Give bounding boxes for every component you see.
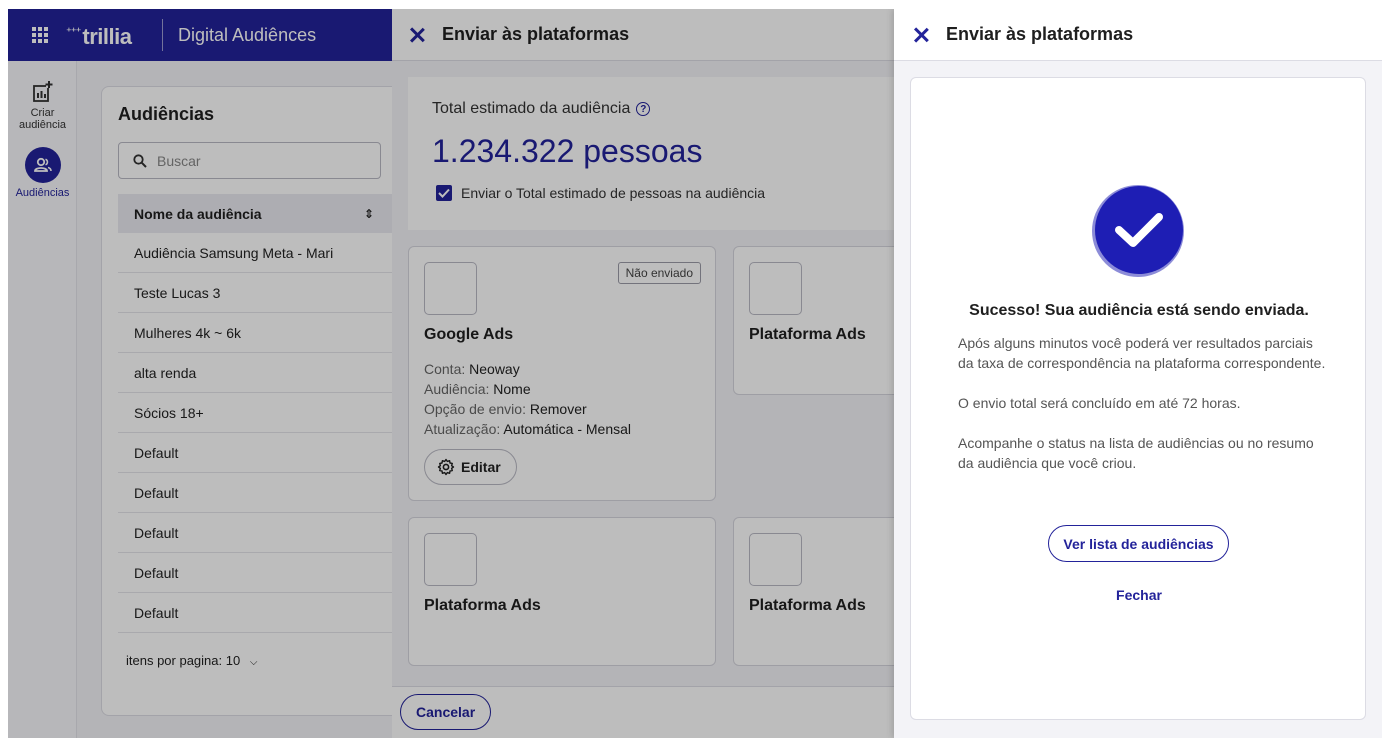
check-circle-icon <box>1091 184 1187 280</box>
success-heading: Sucesso! Sua audiência está sendo enviad… <box>969 302 1309 319</box>
success-drawer-header: Enviar às plataformas <box>894 9 1382 61</box>
success-drawer: Enviar às plataformas Sucesso! Sua audiê… <box>894 9 1382 738</box>
send-platforms-drawer: Enviar às plataformas Total estimado da … <box>392 9 894 738</box>
close-icon[interactable] <box>914 28 928 42</box>
app-window: ⁺⁺⁺ trillia Digital Audiênces Criar audi… <box>8 9 1382 738</box>
view-audience-list-button[interactable]: Ver lista de audiências <box>1048 525 1229 562</box>
success-message: Após alguns minutos você poderá ver resu… <box>958 333 1328 493</box>
overlay-backdrop <box>8 9 392 738</box>
success-card: Sucesso! Sua audiência está sendo enviad… <box>910 77 1366 720</box>
success-paragraph: Após alguns minutos você poderá ver resu… <box>958 335 1326 371</box>
drawer-backdrop <box>392 9 894 738</box>
success-drawer-body: Sucesso! Sua audiência está sendo enviad… <box>894 61 1382 738</box>
success-paragraph: O envio total será concluído em até 72 h… <box>958 395 1241 411</box>
close-link[interactable]: Fechar <box>911 587 1367 603</box>
success-drawer-title: Enviar às plataformas <box>946 24 1134 44</box>
success-paragraph: Acompanhe o status na lista de audiência… <box>958 435 1314 471</box>
